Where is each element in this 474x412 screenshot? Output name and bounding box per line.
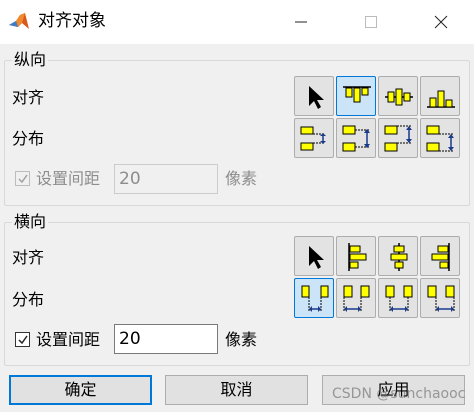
window-title: 对齐对象: [38, 11, 106, 31]
pointer-icon: [309, 246, 324, 269]
minimize-icon: [295, 21, 307, 23]
vertical-set-spacing-label: 设置间距: [36, 169, 101, 188]
align-left-icon: [348, 243, 367, 271]
distribute-vertical-center-button[interactable]: [336, 118, 376, 158]
align-center-icon: [390, 243, 408, 271]
vertical-group-label: 纵向: [12, 50, 49, 70]
horizontal-distribute-label: 分布: [12, 290, 45, 309]
distribute-horizontal-gap-icon: [301, 285, 329, 312]
align-right-button[interactable]: [420, 236, 460, 276]
distribute-horizontal-right-button[interactable]: [420, 278, 460, 318]
matlab-logo-icon: [9, 13, 29, 29]
distribute-horizontal-right-icon: [427, 285, 455, 312]
distribute-horizontal-center-icon: [385, 285, 413, 312]
horizontal-set-spacing-checkbox[interactable]: [15, 332, 30, 347]
vertical-distribute-label: 分布: [12, 129, 45, 148]
distribute-vertical-center-icon: [342, 125, 370, 152]
vertical-align-label: 对齐: [12, 88, 45, 107]
align-right-icon: [431, 243, 450, 271]
align-bottom-button[interactable]: [420, 76, 460, 116]
maximize-button[interactable]: [348, 0, 394, 44]
vertical-set-spacing-checkbox[interactable]: [15, 171, 30, 186]
horizontal-group-label: 横向: [12, 212, 49, 232]
ok-button[interactable]: 确定: [9, 375, 152, 405]
align-top-icon: [343, 86, 371, 103]
close-icon: [434, 15, 448, 29]
horizontal-set-spacing-label: 设置间距: [36, 330, 101, 349]
vertical-unit-label: 像素: [225, 169, 258, 188]
vertical-spacing-input[interactable]: 20: [114, 164, 218, 194]
distribute-vertical-top-icon: [300, 126, 326, 151]
vertical-pointer-button[interactable]: [294, 76, 334, 116]
align-bottom-icon: [427, 90, 455, 108]
align-left-button[interactable]: [336, 236, 376, 276]
pointer-icon: [309, 86, 324, 109]
maximize-icon: [365, 16, 377, 28]
align-middle-button[interactable]: [378, 76, 418, 116]
distribute-horizontal-gap-button[interactable]: [294, 278, 334, 318]
checkmark-icon: [18, 174, 28, 184]
distribute-vertical-gap-icon: [426, 125, 454, 152]
align-middle-icon: [385, 88, 413, 106]
minimize-button[interactable]: [278, 0, 324, 44]
checkmark-icon: [18, 335, 28, 345]
distribute-vertical-bottom-icon: [384, 125, 412, 152]
distribute-vertical-gap-button[interactable]: [420, 118, 460, 158]
horizontal-spacing-input[interactable]: 20: [114, 324, 218, 354]
distribute-horizontal-center-button[interactable]: [378, 278, 418, 318]
distribute-horizontal-left-button[interactable]: [336, 278, 376, 318]
close-button[interactable]: [418, 0, 464, 44]
title-bar: 对齐对象: [0, 0, 474, 44]
cancel-button[interactable]: 取消: [165, 375, 308, 405]
align-center-button[interactable]: [378, 236, 418, 276]
distribute-horizontal-left-icon: [343, 285, 370, 312]
watermark: CSDN @sunchaooc: [332, 386, 466, 402]
horizontal-pointer-button[interactable]: [294, 236, 334, 276]
horizontal-align-label: 对齐: [12, 248, 45, 267]
align-top-button[interactable]: [336, 76, 376, 116]
distribute-vertical-top-button[interactable]: [294, 118, 334, 158]
distribute-vertical-bottom-button[interactable]: [378, 118, 418, 158]
horizontal-unit-label: 像素: [225, 330, 258, 349]
